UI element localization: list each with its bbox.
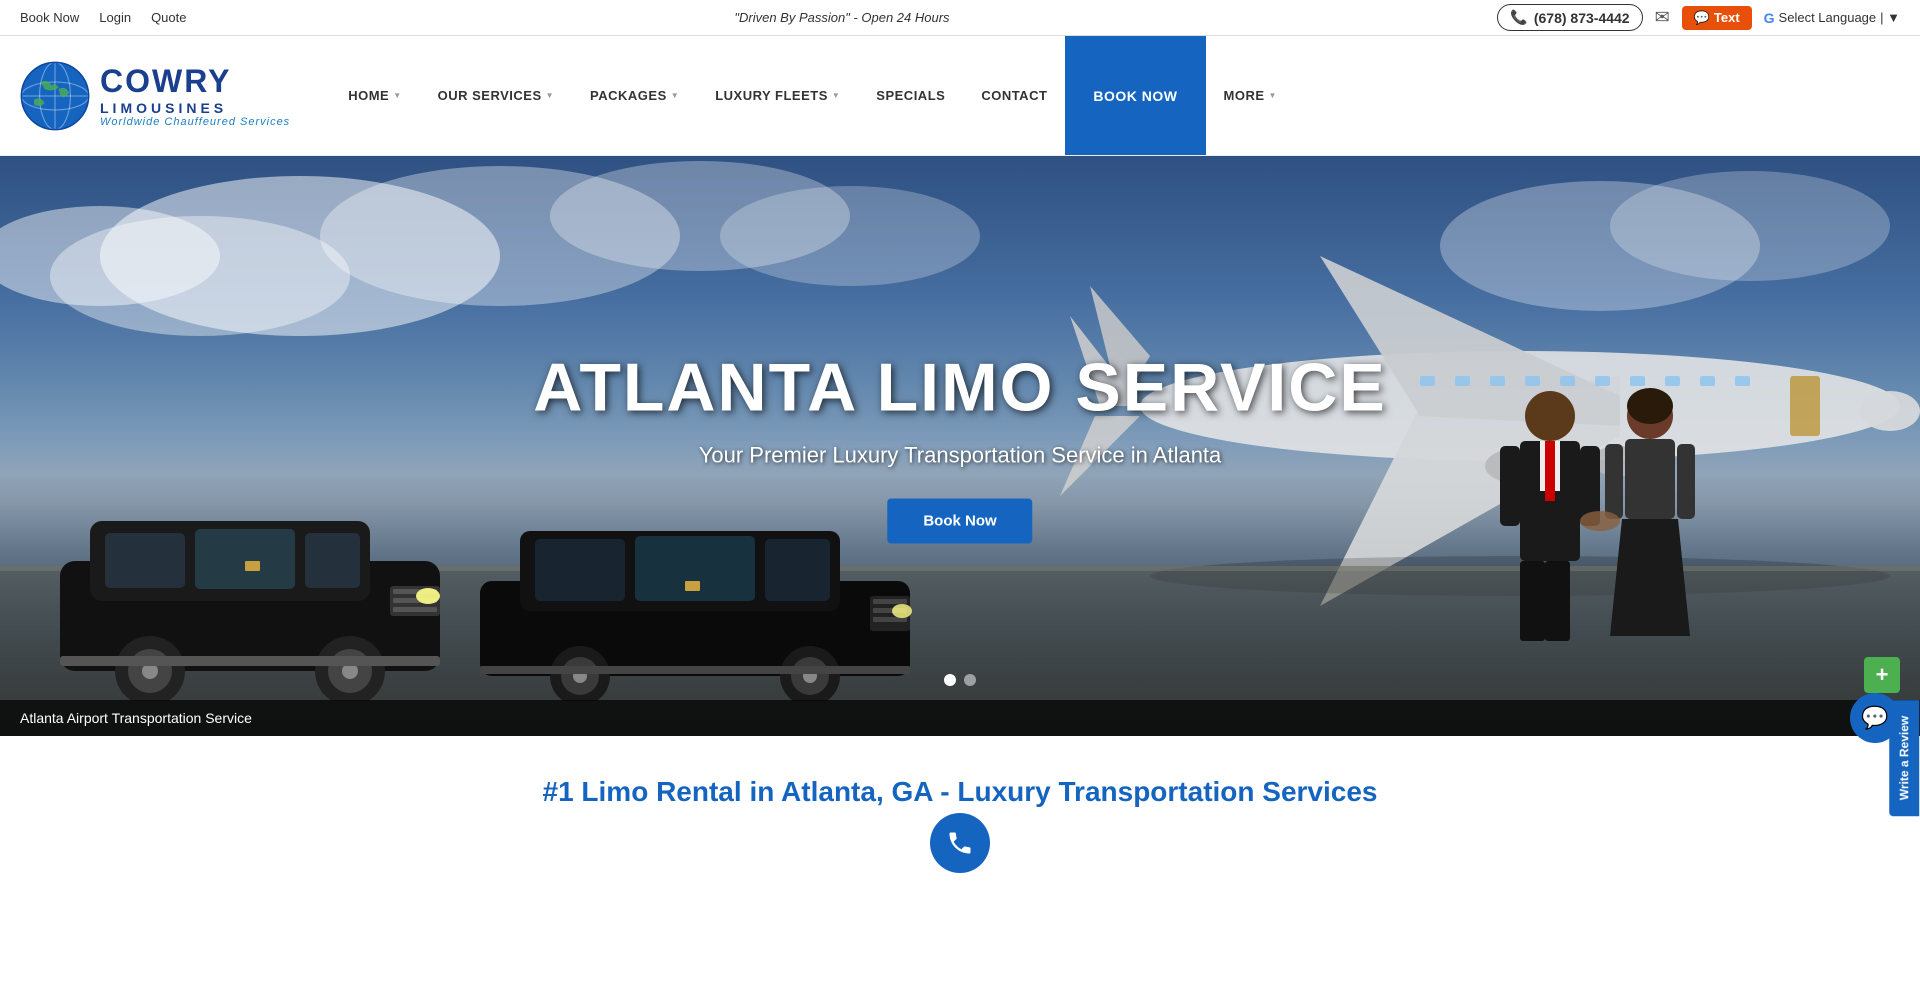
logo-text: COWRY LIMOUSINES Worldwide Chauffeured S… [100, 63, 290, 128]
floating-call-button[interactable] [930, 813, 990, 873]
packages-caret-icon: ▼ [671, 91, 679, 100]
write-review-button[interactable]: Write a Review [1889, 700, 1919, 816]
quote-link[interactable]: Quote [151, 10, 186, 25]
hero-title: ATLANTA LIMO SERVICE [533, 349, 1386, 427]
hero-book-now-button[interactable]: Book Now [887, 499, 1032, 544]
slide-dot-2[interactable] [964, 674, 976, 686]
logo[interactable]: COWRY LIMOUSINES Worldwide Chauffeured S… [20, 61, 290, 131]
phone-icon: 📞 [1510, 9, 1527, 26]
utility-bar: Book Now Login Quote "Driven By Passion"… [0, 0, 1920, 36]
phone-call-icon [946, 829, 974, 857]
bottom-title: #1 Limo Rental in Atlanta, GA - Luxury T… [60, 776, 1860, 808]
floating-plus-button[interactable]: + [1864, 657, 1900, 693]
hero-caption: Atlanta Airport Transportation Service [0, 700, 1920, 736]
home-caret-icon: ▼ [393, 91, 401, 100]
logo-cowry: COWRY [100, 63, 290, 100]
login-link[interactable]: Login [99, 10, 131, 25]
phone-button[interactable]: 📞 (678) 873-4442 [1497, 4, 1642, 31]
nav-packages[interactable]: PACKAGES ▼ [572, 36, 697, 155]
nav-book-now[interactable]: BOOK NOW [1065, 36, 1205, 155]
tagline: "Driven By Passion" - Open 24 Hours [734, 10, 949, 25]
nav-links: HOME ▼ OUR SERVICES ▼ PACKAGES ▼ LUXURY … [330, 36, 1900, 155]
people-handshake-icon [1470, 356, 1720, 676]
hero-content: ATLANTA LIMO SERVICE Your Premier Luxury… [533, 349, 1386, 544]
nav-luxury-fleets[interactable]: LUXURY FLEETS ▼ [697, 36, 858, 155]
phone-number: (678) 873-4442 [1534, 10, 1630, 26]
nav-more[interactable]: MORE ▼ [1206, 36, 1295, 155]
hero-section: ATLANTA LIMO SERVICE Your Premier Luxury… [0, 156, 1920, 736]
more-caret-icon: ▼ [1269, 91, 1277, 100]
slide-dot-1[interactable] [944, 674, 956, 686]
nav-specials[interactable]: SPECIALS [858, 36, 963, 155]
fleets-caret-icon: ▼ [832, 91, 840, 100]
google-icon: G [1764, 10, 1775, 26]
nav-our-services[interactable]: OUR SERVICES ▼ [420, 36, 572, 155]
utility-right: 📞 (678) 873-4442 ✉ 💬 Text G Select Langu… [1497, 4, 1900, 31]
message-icon: 💬 [1694, 10, 1710, 26]
slide-indicators [944, 674, 976, 686]
services-caret-icon: ▼ [546, 91, 554, 100]
mail-icon[interactable]: ✉ [1655, 7, 1670, 28]
logo-subtitle: Worldwide Chauffeured Services [100, 116, 290, 128]
logo-globe-icon [20, 61, 90, 131]
translate-label: Select Language [1779, 10, 1877, 25]
hero-subtitle: Your Premier Luxury Transportation Servi… [533, 443, 1386, 469]
google-translate[interactable]: G Select Language | ▼ [1764, 10, 1900, 26]
text-button[interactable]: 💬 Text [1682, 6, 1752, 30]
nav-contact[interactable]: CONTACT [963, 36, 1065, 155]
book-now-top-link[interactable]: Book Now [20, 10, 79, 25]
logo-limousines: LIMOUSINES [100, 100, 290, 116]
navbar: COWRY LIMOUSINES Worldwide Chauffeured S… [0, 36, 1920, 156]
utility-links: Book Now Login Quote [20, 10, 186, 25]
translate-caret: | ▼ [1880, 10, 1900, 25]
nav-home[interactable]: HOME ▼ [330, 36, 419, 155]
